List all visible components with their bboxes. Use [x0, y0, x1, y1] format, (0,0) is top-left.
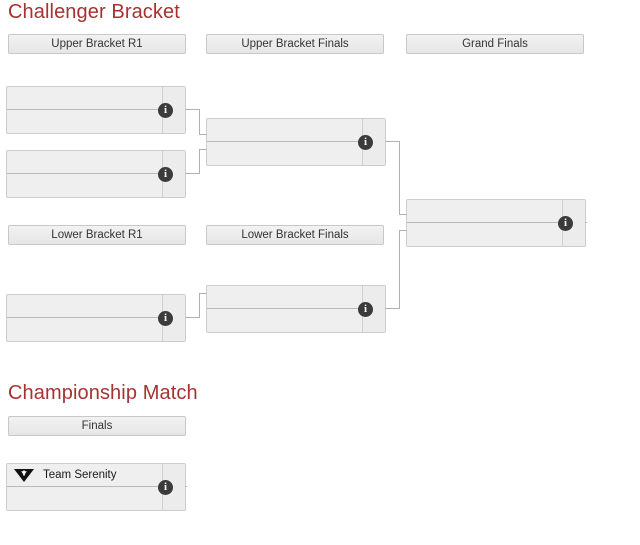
- bracket-stage: Challenger Bracket Upper Bracket R1 Uppe…: [0, 0, 640, 545]
- team-row: [407, 223, 564, 246]
- match-upper-bracket-finals[interactable]: i: [206, 118, 387, 166]
- connector-ub-r1-m2-out: [186, 173, 200, 174]
- team-row: [7, 318, 164, 341]
- match-info-icon[interactable]: i: [358, 135, 373, 150]
- team-row: [7, 487, 164, 510]
- match-info-icon[interactable]: i: [158, 311, 173, 326]
- match-info-icon[interactable]: i: [158, 167, 173, 182]
- match-grand-finals[interactable]: i: [406, 199, 587, 247]
- connector-lb-finals-vertical: [399, 230, 400, 309]
- connector-ub-r1-m2-vertical: [199, 149, 200, 174]
- round-header-lower-bracket-r1[interactable]: Lower Bracket R1: [8, 225, 186, 245]
- match-upper-bracket-r1-1[interactable]: i: [6, 86, 187, 134]
- connector-ub-finals-in-bottom: [199, 149, 207, 150]
- team-row: [407, 200, 564, 223]
- section-title-challenger-bracket: Challenger Bracket: [8, 1, 180, 23]
- match-info-icon[interactable]: i: [558, 216, 573, 231]
- team-row: [207, 119, 364, 142]
- team-row: [207, 142, 364, 165]
- round-header-finals[interactable]: Finals: [8, 416, 186, 436]
- team-row: [7, 110, 164, 133]
- team-row: [7, 87, 164, 110]
- team-row: [207, 309, 364, 332]
- team-row: [207, 286, 364, 309]
- round-header-lower-bracket-finals[interactable]: Lower Bracket Finals: [206, 225, 384, 245]
- connector-lb-finals-in-bottom: [199, 293, 207, 294]
- round-header-grand-finals[interactable]: Grand Finals: [406, 34, 584, 54]
- match-info-icon[interactable]: i: [158, 480, 173, 495]
- team-serenity-logo-icon: [14, 469, 34, 482]
- round-header-upper-bracket-r1[interactable]: Upper Bracket R1: [8, 34, 186, 54]
- team-row: [7, 151, 164, 174]
- team-row: [7, 295, 164, 318]
- connector-lb-r1-vertical: [199, 293, 200, 318]
- connector-ub-finals-out: [386, 141, 400, 142]
- connector-ub-finals-vertical: [399, 141, 400, 215]
- connector-ub-finals-in-top: [199, 134, 207, 135]
- match-upper-bracket-r1-2[interactable]: i: [6, 150, 187, 198]
- match-info-icon[interactable]: i: [358, 302, 373, 317]
- round-header-upper-bracket-finals[interactable]: Upper Bracket Finals: [206, 34, 384, 54]
- connector-ub-r1-m1-vertical: [199, 109, 200, 135]
- match-championship-finals[interactable]: Team Serenity i: [6, 463, 187, 511]
- connector-ub-r1-m1-out: [186, 109, 200, 110]
- connector-grand-finals-in-bottom: [399, 230, 407, 231]
- connector-grand-finals-in-top: [399, 214, 407, 215]
- team-name: Team Serenity: [43, 468, 117, 481]
- connector-lb-r1-out: [186, 317, 200, 318]
- connector-lb-finals-out: [386, 308, 400, 309]
- match-info-icon[interactable]: i: [158, 103, 173, 118]
- team-row: Team Serenity: [7, 464, 164, 487]
- match-lower-bracket-finals[interactable]: i: [206, 285, 387, 333]
- team-row: [7, 174, 164, 197]
- section-title-championship-match: Championship Match: [8, 382, 198, 404]
- match-lower-bracket-r1[interactable]: i: [6, 294, 187, 342]
